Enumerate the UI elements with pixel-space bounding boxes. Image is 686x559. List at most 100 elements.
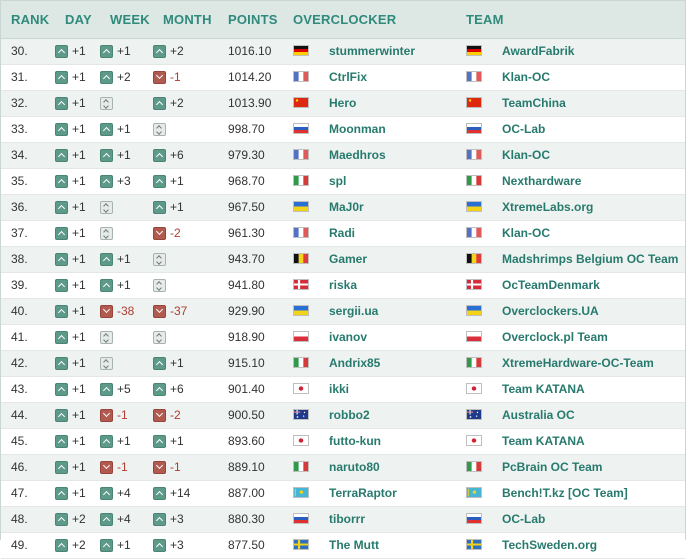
table-row: 39. +1 +1 941.80 riska OcTeamDenmark: [1, 273, 685, 299]
day-change-value: +1: [72, 304, 86, 318]
overclocker-link[interactable]: Hero: [329, 91, 356, 116]
day-change-value: +2: [72, 512, 86, 526]
overclocker-link[interactable]: CtrlFix: [329, 65, 367, 90]
arrow-up-icon: [55, 409, 68, 422]
overclocker-link[interactable]: futto-kun: [329, 429, 381, 454]
team-link[interactable]: AwardFabrik: [502, 39, 574, 64]
points-cell: 1013.90: [228, 96, 272, 110]
table-row: 41. +1 918.90 ivanov Overclock.pl Team: [1, 325, 685, 351]
rank-cell: 49.: [11, 538, 28, 552]
table-body: 30. +1 +1 +2 1016.10 stummerwinter AwardFabrik…: [1, 39, 685, 559]
team-link[interactable]: Overclockers.UA: [502, 299, 599, 324]
overclocker-link[interactable]: Maedhros: [329, 143, 386, 168]
week-change-value: +4: [117, 512, 131, 526]
overclocker-link[interactable]: spl: [329, 169, 346, 194]
overclocker-link[interactable]: sergii.ua: [329, 299, 378, 324]
month-change: +14: [153, 481, 190, 506]
week-change-value: +1: [117, 538, 131, 552]
overclocker-link[interactable]: tiborrr: [329, 507, 365, 532]
arrow-up-icon: [55, 71, 68, 84]
team-link[interactable]: Madshrimps Belgium OC Team: [502, 247, 678, 272]
team-link[interactable]: Nexthardware: [502, 169, 581, 194]
team-country-flag-icon: [466, 487, 482, 498]
header-points[interactable]: POINTS: [228, 1, 278, 38]
overclocker-link[interactable]: Gamer: [329, 247, 367, 272]
overclocker-link[interactable]: stummerwinter: [329, 39, 415, 64]
overclocker-link[interactable]: naruto80: [329, 455, 380, 480]
points-cell: 887.00: [228, 486, 265, 500]
overclocker-country-flag-icon: [293, 383, 309, 394]
team-link[interactable]: OC-Lab: [502, 507, 545, 532]
arrow-up-icon: [55, 435, 68, 448]
team-link[interactable]: Bench!T.kz [OC Team]: [502, 481, 628, 506]
week-change-value: +1: [117, 434, 131, 448]
team-link[interactable]: Team KATANA: [502, 377, 585, 402]
unchanged-icon: [153, 123, 166, 136]
team-link[interactable]: Overclock.pl Team: [502, 325, 608, 350]
header-team[interactable]: TEAM: [466, 1, 504, 38]
team-link[interactable]: OC-Lab: [502, 117, 545, 142]
team-link[interactable]: Team KATANA: [502, 429, 585, 454]
team-link[interactable]: PcBrain OC Team: [502, 455, 602, 480]
month-change: [153, 247, 170, 272]
unchanged-icon: [153, 253, 166, 266]
overclocker-country-flag-icon: [293, 539, 309, 550]
team-link[interactable]: Klan-OC: [502, 65, 550, 90]
header-overclocker[interactable]: OVERCLOCKER: [293, 1, 396, 38]
arrow-up-icon: [153, 357, 166, 370]
day-change: +2: [55, 507, 86, 532]
unchanged-icon: [153, 279, 166, 292]
overclocker-link[interactable]: MaJ0r: [329, 195, 364, 220]
month-change: -1: [153, 65, 181, 90]
overclocker-link[interactable]: Moonman: [329, 117, 386, 142]
points-cell: 968.70: [228, 174, 265, 188]
header-day[interactable]: DAY: [65, 1, 92, 38]
arrow-up-icon: [55, 357, 68, 370]
team-country-flag-icon: [466, 45, 482, 56]
overclocker-link[interactable]: riska: [329, 273, 357, 298]
team-link[interactable]: Klan-OC: [502, 143, 550, 168]
arrow-up-icon: [153, 383, 166, 396]
arrow-up-icon: [153, 487, 166, 500]
arrow-up-icon: [100, 71, 113, 84]
points-cell: 967.50: [228, 200, 265, 214]
points-cell: 1014.20: [228, 70, 272, 84]
table-row: 34. +1 +1 +6 979.30 Maedhros Klan-OC: [1, 143, 685, 169]
month-change: -37: [153, 299, 187, 324]
rank-cell: 31.: [11, 70, 28, 84]
team-link[interactable]: Klan-OC: [502, 221, 550, 246]
team-link[interactable]: XtremeLabs.org: [502, 195, 593, 220]
week-change-value: +3: [117, 174, 131, 188]
overclocker-link[interactable]: The Mutt: [329, 533, 379, 558]
team-link[interactable]: Australia OC: [502, 403, 575, 428]
month-change-value: -1: [170, 70, 181, 84]
week-change-value: +1: [117, 278, 131, 292]
overclocker-link[interactable]: robbo2: [329, 403, 370, 428]
day-change-value: +1: [72, 356, 86, 370]
header-week[interactable]: WEEK: [110, 1, 150, 38]
overclocker-link[interactable]: Andrix85: [329, 351, 380, 376]
header-month[interactable]: MONTH: [163, 1, 212, 38]
arrow-up-icon: [153, 513, 166, 526]
month-change: +3: [153, 533, 184, 558]
overclocker-link[interactable]: TerraRaptor: [329, 481, 397, 506]
unchanged-icon: [100, 97, 113, 110]
overclocker-link[interactable]: ivanov: [329, 325, 367, 350]
unchanged-icon: [100, 227, 113, 240]
team-country-flag-icon: [466, 253, 482, 264]
team-link[interactable]: XtremeHardware-OC-Team: [502, 351, 654, 376]
team-link[interactable]: TechSweden.org: [502, 533, 597, 558]
month-change: +1: [153, 351, 184, 376]
rank-cell: 33.: [11, 122, 28, 136]
week-change: +4: [100, 481, 131, 506]
unchanged-icon: [100, 201, 113, 214]
overclocker-link[interactable]: Radi: [329, 221, 355, 246]
table-row: 40. +1 -38 -37 929.90 sergii.ua Overclockers.U…: [1, 299, 685, 325]
overclocker-link[interactable]: ikki: [329, 377, 349, 402]
header-rank[interactable]: RANK: [11, 1, 49, 38]
team-link[interactable]: TeamChina: [502, 91, 566, 116]
day-change: +2: [55, 533, 86, 558]
month-change-value: -2: [170, 408, 181, 422]
arrow-up-icon: [100, 175, 113, 188]
team-link[interactable]: OcTeamDenmark: [502, 273, 600, 298]
